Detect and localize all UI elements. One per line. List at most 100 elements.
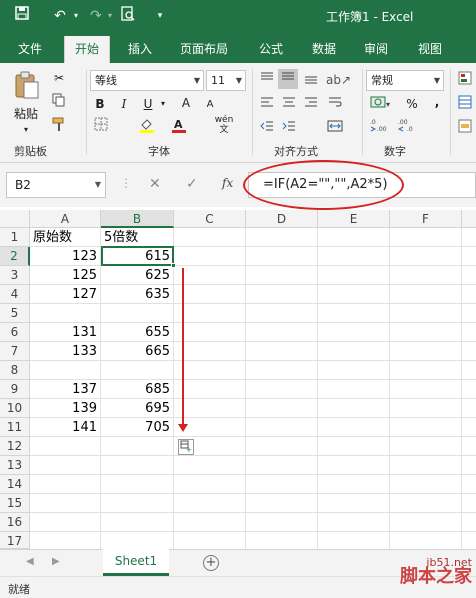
scroll-right-icon[interactable]: ▶ [52,556,60,567]
cell-styles-icon[interactable] [456,119,474,138]
cell-b1[interactable]: 5倍数 [101,228,173,247]
tab-insert[interactable]: 插入 [128,40,152,57]
cell-b4[interactable]: 635 [101,285,173,304]
decrease-decimal-icon[interactable]: .00.0 [396,117,420,138]
row-header[interactable]: 9 [0,380,30,399]
align-left-icon[interactable] [258,95,276,113]
undo-dropdown-icon[interactable]: ▾ [66,6,86,26]
column-header-f[interactable]: F [390,210,462,228]
row-header[interactable]: 14 [0,475,30,494]
cut-icon[interactable]: ✂ [50,69,68,87]
wrap-text-icon[interactable] [326,95,344,113]
tab-formulas[interactable]: 公式 [259,40,283,57]
decrease-indent-icon[interactable] [258,119,276,137]
column-header-b[interactable]: B [101,210,174,228]
row-header[interactable]: 10 [0,399,30,418]
fill-color-icon[interactable] [138,117,156,138]
cell-a9[interactable]: 137 [30,380,100,399]
cell-b7[interactable]: 665 [101,342,173,361]
format-painter-icon[interactable] [50,117,68,138]
tab-file[interactable]: 文件 [18,40,42,57]
row-header[interactable]: 12 [0,437,30,456]
merge-center-icon[interactable] [324,119,346,137]
cell-b6[interactable]: 655 [101,323,173,342]
increase-indent-icon[interactable] [280,119,298,137]
row-header[interactable]: 3 [0,266,30,285]
row-header[interactable]: 2 [0,247,30,266]
underline-dropdown-icon[interactable]: ▾ [158,95,168,113]
font-color-icon[interactable]: A [170,117,188,138]
cell-b9[interactable]: 685 [101,380,173,399]
underline-button[interactable]: U [140,95,156,113]
align-center-icon[interactable] [280,95,298,113]
row-header[interactable]: 11 [0,418,30,437]
cell-a6[interactable]: 131 [30,323,100,342]
increase-font-button[interactable]: A [178,94,194,112]
cell-a7[interactable]: 133 [30,342,100,361]
align-bottom-icon[interactable] [302,71,320,89]
align-right-icon[interactable] [302,95,320,113]
worksheet-grid[interactable]: A B C D E F 1 2 3 4 5 6 7 8 9 10 11 12 1… [0,210,476,549]
paste-dropdown-icon[interactable]: ▾ [10,121,42,139]
phonetic-guide-button[interactable]: wén 文 [210,115,238,135]
cell-b11[interactable]: 705 [101,418,173,437]
column-header-e[interactable]: E [318,210,390,228]
number-format-select[interactable]: 常规 ▼ [366,70,444,91]
row-header[interactable]: 8 [0,361,30,380]
more-options-icon[interactable]: ⋮ [120,176,132,190]
customize-toolbar-icon[interactable]: ▾ [150,6,170,26]
paste-icon[interactable] [10,71,42,99]
currency-format-icon[interactable]: ▾ [368,95,394,114]
percent-button[interactable]: % [404,95,420,113]
cell-b3[interactable]: 625 [101,266,173,285]
row-header[interactable]: 1 [0,228,30,247]
cell-b10[interactable]: 695 [101,399,173,418]
tab-data[interactable]: 数据 [312,40,336,57]
column-header-partial[interactable] [462,210,476,228]
cell-a11[interactable]: 141 [30,418,100,437]
row-header[interactable]: 17 [0,532,30,549]
enter-check-icon[interactable]: ✓ [186,176,198,192]
add-sheet-button[interactable]: + [203,555,219,571]
format-table-icon[interactable] [456,95,474,114]
cell-a4[interactable]: 127 [30,285,100,304]
bold-button[interactable]: B [92,95,108,113]
scroll-left-icon[interactable]: ◀ [26,556,34,567]
align-top-icon[interactable] [258,71,276,89]
borders-icon[interactable] [92,117,110,136]
cell-a1[interactable]: 原始数 [30,228,100,247]
column-header-a[interactable]: A [30,210,101,228]
print-preview-icon[interactable] [118,6,138,26]
row-header[interactable]: 6 [0,323,30,342]
row-header[interactable]: 13 [0,456,30,475]
column-header-c[interactable]: C [174,210,246,228]
redo-dropdown-icon[interactable]: ▾ [100,6,120,26]
comma-style-button[interactable]: , [430,93,444,111]
decrease-font-button[interactable]: A [202,96,218,114]
select-all-corner[interactable] [0,210,30,228]
tab-view[interactable]: 视图 [418,40,442,57]
sheet-tab-sheet1[interactable]: Sheet1 [103,549,169,576]
align-middle-icon[interactable] [278,69,298,89]
cell-a10[interactable]: 139 [30,399,100,418]
tab-review[interactable]: 审阅 [364,40,388,57]
font-name-select[interactable]: 等线 ▼ [90,70,204,91]
autofill-options-icon[interactable]: + [178,439,194,455]
cell-a3[interactable]: 125 [30,266,100,285]
row-header[interactable]: 15 [0,494,30,513]
insert-function-button[interactable]: fx [222,176,233,190]
column-header-d[interactable]: D [246,210,318,228]
name-box[interactable]: B2 ▼ [6,172,106,198]
tab-home[interactable]: 开始 [64,36,111,63]
font-size-select[interactable]: 11 ▼ [206,70,246,91]
row-header[interactable]: 5 [0,304,30,323]
row-header[interactable]: 4 [0,285,30,304]
copy-icon[interactable] [50,93,68,112]
fill-handle[interactable] [171,263,176,268]
increase-decimal-icon[interactable]: .0.00 [368,117,392,138]
tab-page-layout[interactable]: 页面布局 [180,40,228,57]
cancel-icon[interactable]: ✕ [149,176,161,192]
row-header[interactable]: 7 [0,342,30,361]
conditional-format-icon[interactable] [456,71,474,90]
save-icon[interactable] [12,6,32,26]
